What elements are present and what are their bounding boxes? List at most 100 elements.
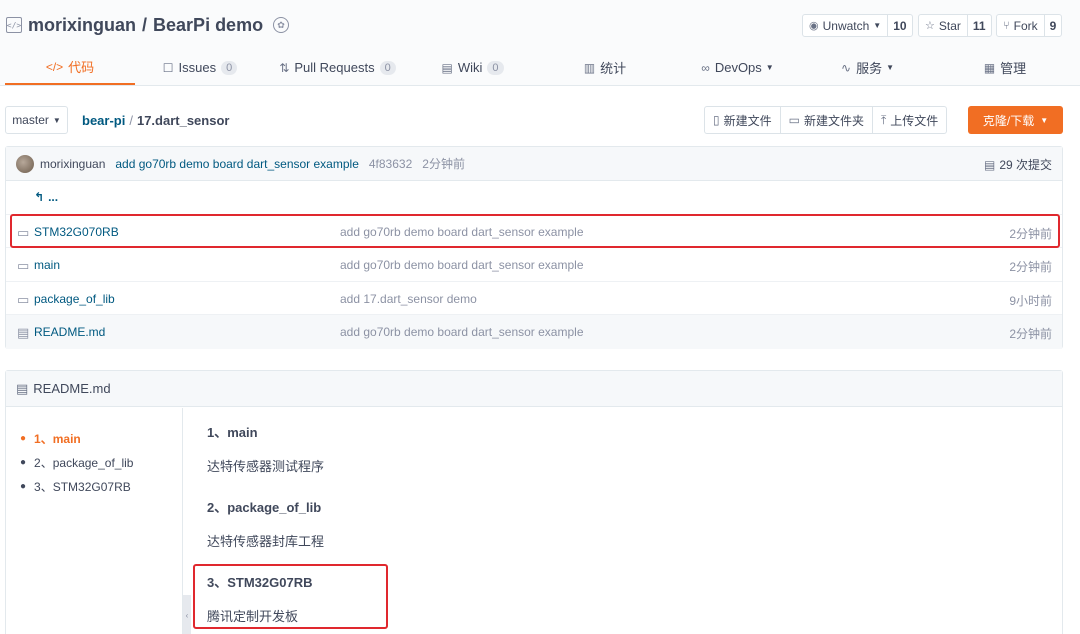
fork-button[interactable]: ⑂ Fork 9 [996,14,1063,37]
tab-wiki[interactable]: ▤ Wiki 0 [420,50,525,85]
upload-button[interactable]: ⤒ 上传文件 [873,107,946,133]
commit-count-link[interactable]: ▤ 29 次提交 [984,156,1052,173]
file-name-link[interactable]: README.md [34,325,105,339]
star-count[interactable]: 11 [968,15,991,36]
toc-item[interactable]: ● 2、package_of_lib [6,450,182,474]
fork-count[interactable]: 9 [1045,15,1062,36]
bullet-icon: ● [20,432,27,444]
back-arrow-icon: ↰ [34,190,45,205]
tab-issues-label: Issues [178,60,217,75]
chevron-left-icon: ‹ [185,610,189,620]
toc-item-label: 2、package_of_lib [34,455,134,470]
tab-stats[interactable]: ▥ 统计 [555,50,655,85]
file-commit-message[interactable]: add go70rb demo board dart_sensor exampl… [340,325,584,339]
pulls-count: 0 [379,60,396,75]
commit-count-label: 29 次提交 [999,158,1052,172]
file-commit-message[interactable]: add go70rb demo board dart_sensor exampl… [340,225,584,239]
new-folder-label: 新建文件夹 [803,113,864,128]
watch-button[interactable]: ◉ Unwatch ▼ 10 [802,14,913,37]
commit-message-link[interactable]: add go70rb demo board dart_sensor exampl… [115,157,359,171]
table-row[interactable]: ▤ README.md add go70rb demo board dart_s… [6,315,1062,349]
star-button[interactable]: ☆ Star 11 [918,14,992,37]
file-time: 2分钟前 [1009,327,1052,341]
tab-code[interactable]: </> 代码 [5,50,135,85]
history-icon: ▤ [983,158,996,172]
toc-collapse-handle[interactable]: ‹ [183,595,191,634]
file-actions: ▯ 新建文件 ▭ 新建文件夹 ⤒ 上传文件 [704,106,948,134]
file-time: 2分钟前 [1009,260,1052,274]
chevron-down-icon: ▼ [1040,115,1049,125]
new-folder-icon: ▭ [788,113,800,127]
chevron-down-icon: ▼ [765,63,774,72]
readme-panel: ▤ README.md ● 1、main ● 2、package_of_lib ● 3、… [5,370,1063,634]
fork-icon: ⑂ [1003,19,1010,32]
tab-issues[interactable]: ☐ Issues 0 [140,50,260,85]
parent-dir-label: ... [48,190,59,205]
branch-label: master [12,113,49,127]
avatar[interactable] [16,154,34,173]
watch-label: Unwatch [822,18,870,33]
commit-hash[interactable]: 4f83632 [369,157,412,171]
tab-pull-requests[interactable]: ⇅ Pull Requests 0 [270,50,405,85]
pulse-icon: ∿ [841,60,852,75]
file-name-link[interactable]: STM32G070RB [34,225,119,239]
upload-label: 上传文件 [890,113,939,128]
new-file-button[interactable]: ▯ 新建文件 [705,107,781,133]
wiki-icon: ▤ [441,60,453,75]
section-text: 达特传感器测试程序 [207,459,325,474]
section-heading: 1、main [207,425,258,440]
new-folder-button[interactable]: ▭ 新建文件夹 [781,107,873,133]
file-time: 9小时前 [1009,293,1052,308]
bullet-icon: ● [20,480,27,492]
star-icon: ☆ [925,20,935,32]
file-name-link[interactable]: main [34,258,60,272]
commit-time: 2分钟前 [422,157,465,171]
section-text: 腾讯定制开发板 [207,609,299,624]
breadcrumb: bear-pi /17.dart_sensor [82,113,229,128]
toc-item[interactable]: ● 1、main [6,426,182,450]
tab-manage[interactable]: ▦ 管理 [955,50,1055,85]
issues-count: 0 [221,60,238,75]
chevron-down-icon: ▼ [886,63,894,72]
folder-icon: ▭ [17,258,30,273]
file-icon: ▤ [16,380,29,396]
pull-request-icon: ⇅ [279,60,290,75]
tab-pulls-label: Pull Requests [294,60,375,75]
repo-owner-link[interactable]: morixinguan [28,15,136,36]
file-list: morixinguan add go70rb demo board dart_s… [5,146,1063,349]
tab-devops-label: DevOps [714,60,762,75]
toc-item-label: 1、main [34,431,81,446]
section-text: 达特传感器封库工程 [207,534,325,549]
folder-icon: ▭ [17,291,30,307]
commit-author[interactable]: morixinguan [40,157,105,171]
repo-name-link[interactable]: BearPi demo [153,15,263,36]
infinity-icon: ∞ [701,60,710,75]
table-row[interactable]: ▭ STM32G070RB add go70rb demo board dart… [6,215,1062,248]
file-commit-message[interactable]: add go70rb demo board dart_sensor exampl… [340,258,584,272]
file-name-link[interactable]: package_of_lib [34,292,115,306]
clone-label: 克隆/下载 [982,113,1035,128]
file-commit-message[interactable]: add 17.dart_sensor demo [340,292,477,306]
issues-icon: ☐ [162,60,174,75]
tab-services-label: 服务 [856,61,883,76]
watch-count[interactable]: 10 [888,15,911,36]
tab-services[interactable]: ∿ 服务 ▼ [820,50,915,85]
repo-title: </> morixinguan / BearPi demo ✿ [6,12,290,38]
fork-label: Fork [1013,18,1038,33]
recommend-badge-icon[interactable]: ✿ [273,17,290,33]
bullet-icon: ● [20,456,27,468]
eye-icon: ◉ [809,20,819,32]
tab-devops[interactable]: ∞ DevOps ▼ [685,50,790,85]
table-row[interactable]: ▭ package_of_lib add 17.dart_sensor demo… [6,282,1062,315]
upload-icon: ⤒ [880,112,887,127]
repo-nav: </> 代码 ☐ Issues 0 ⇅ Pull Requests 0 ▤ Wiki 0 ▥ 统… [0,50,1080,86]
section-heading: 2、package_of_lib [207,500,322,515]
toc-item[interactable]: ● 3、STM32G07RB [6,474,182,498]
new-file-label: 新建文件 [723,113,772,128]
clone-download-button[interactable]: 克隆/下载 ▼ [968,106,1063,134]
table-row[interactable]: ▭ main add go70rb demo board dart_sensor… [6,248,1062,282]
breadcrumb-root-link[interactable]: bear-pi [82,113,125,128]
parent-dir-row[interactable]: ↰... [6,181,1062,215]
breadcrumb-current: 17.dart_sensor [136,113,230,128]
branch-select[interactable]: master ▼ [5,106,68,134]
